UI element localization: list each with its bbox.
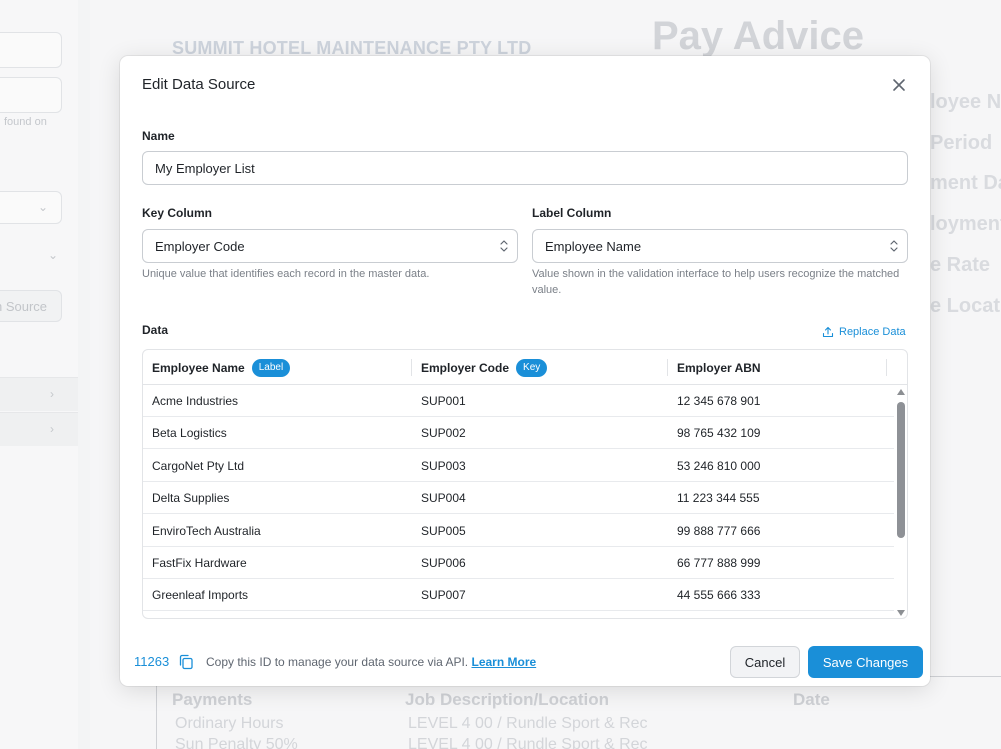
upload-icon [822, 326, 834, 338]
modal-title: Edit Data Source [142, 76, 256, 93]
label-column-help: Value shown in the validation interface … [532, 268, 900, 296]
table-row[interactable]: Acme Industries SUP001 12 345 678 901 [143, 385, 894, 417]
data-source-id[interactable]: 11263 [134, 654, 169, 669]
table-scrollbar[interactable] [894, 385, 907, 618]
label-column-select[interactable]: Employee Name [532, 229, 908, 263]
table-body: Acme Industries SUP001 12 345 678 901 Be… [143, 385, 894, 618]
scroll-up-arrow-icon[interactable] [897, 389, 905, 395]
footer-note-text: Copy this ID to manage your data source … [206, 655, 469, 669]
column-header-label: Employer ABN [677, 360, 761, 375]
background-row: › [0, 412, 78, 446]
table-cell: 12 345 678 901 [677, 394, 761, 408]
scroll-thumb[interactable] [897, 402, 905, 538]
copy-icon[interactable] [178, 654, 194, 670]
background-table-cell: LEVEL 4 00 / Rundle Sport & Rec [408, 736, 648, 749]
key-badge: Key [516, 358, 548, 377]
table-cell: SUP002 [421, 426, 466, 440]
table-cell: FastFix Hardware [152, 556, 247, 570]
column-header-employee-name[interactable]: Employee Name Label [143, 350, 291, 385]
table-cell: Greenleaf Imports [152, 588, 249, 602]
background-field: Period [930, 132, 993, 154]
label-badge: Label [251, 358, 291, 377]
table-row[interactable]: Delta Supplies SUP004 11 223 344 555 [143, 482, 894, 514]
footer-note: Copy this ID to manage your data source … [206, 655, 536, 669]
column-divider [886, 359, 887, 376]
replace-data-label: Replace Data [839, 326, 906, 338]
background-row: › [0, 377, 78, 411]
column-header-employer-code[interactable]: Employer Code Key [412, 350, 548, 385]
background-table-header: Date [793, 690, 830, 709]
table-cell: SUP005 [421, 524, 466, 538]
table-cell: Acme Industries [152, 394, 239, 408]
background-doc-title: Pay Advice [652, 14, 864, 58]
table-cell: EnviroTech Australia [152, 524, 261, 538]
background-table-cell: LEVEL 4 00 / Rundle Sport & Rec [408, 715, 648, 732]
scroll-down-arrow-icon[interactable] [897, 610, 905, 616]
table-cell: SUP004 [421, 491, 466, 505]
background-input-2 [0, 77, 62, 113]
background-field: e Rate [930, 254, 991, 276]
background-table-header: Payments [172, 690, 253, 709]
background-field: loyment [930, 213, 1001, 235]
background-field: e Locat [930, 295, 1001, 317]
table-row[interactable]: CargoNet Pty Ltd SUP003 53 246 810 000 [143, 450, 894, 482]
column-header-label: Employee Name [152, 360, 245, 375]
chevron-down-icon: ⌄ [38, 200, 49, 214]
table-header: Employee Name Label Employer Code Key Em… [143, 350, 907, 385]
table-cell: 44 555 666 333 [677, 588, 761, 602]
table-cell: SUP006 [421, 556, 466, 570]
cancel-button[interactable]: Cancel [730, 646, 800, 678]
background-field: loyee N [930, 91, 1001, 113]
background-table-border [156, 676, 157, 749]
chevron-updown-icon [890, 240, 898, 252]
name-label: Name [142, 129, 175, 143]
background-field: ment Da [930, 172, 1001, 194]
label-column-label: Label Column [532, 206, 612, 220]
save-changes-button[interactable]: Save Changes [808, 646, 923, 678]
chevron-updown-icon [500, 240, 508, 252]
table-cell: 66 777 888 999 [677, 556, 761, 570]
background-source-button: n Source [0, 290, 62, 322]
background-input-1 [0, 32, 62, 68]
table-row[interactable]: FastFix Hardware SUP006 66 777 888 999 [143, 547, 894, 579]
column-header-label: Employer Code [421, 360, 510, 375]
name-input[interactable] [142, 151, 908, 185]
key-column-label: Key Column [142, 206, 213, 220]
background-table-cell: Sun Penalty 50% [175, 736, 298, 749]
edit-data-source-modal: Edit Data Source Name Key Column Employe… [120, 56, 930, 686]
table-cell: CargoNet Pty Ltd [152, 459, 245, 473]
key-column-help: Unique value that identifies each record… [142, 268, 430, 280]
background-sidebar: found on ⌄ ⌄ n Source › › [0, 0, 78, 749]
learn-more-link[interactable]: Learn More [471, 655, 536, 669]
table-row[interactable]: Greenleaf Imports SUP007 44 555 666 333 [143, 579, 894, 611]
label-column-value: Employee Name [545, 239, 642, 254]
table-cell: SUP001 [421, 394, 466, 408]
table-row[interactable]: EnviroTech Australia SUP005 99 888 777 6… [143, 515, 894, 547]
table-cell: 98 765 432 109 [677, 426, 761, 440]
background-select [0, 191, 62, 224]
close-icon [893, 79, 905, 91]
data-table: Employee Name Label Employer Code Key Em… [142, 349, 908, 619]
key-column-value: Employer Code [155, 239, 245, 254]
replace-data-button[interactable]: Replace Data [822, 326, 906, 338]
background-table-cell: Ordinary Hours [175, 715, 284, 732]
key-column-select[interactable]: Employer Code [142, 229, 518, 263]
column-header-employer-abn[interactable]: Employer ABN [668, 350, 761, 385]
chevron-right-icon: › [50, 422, 54, 436]
data-label: Data [142, 323, 169, 337]
chevron-right-icon: › [50, 387, 54, 401]
background-hint: found on [4, 116, 47, 128]
table-cell: 99 888 777 666 [677, 524, 761, 538]
table-row[interactable]: Beta Logistics SUP002 98 765 432 109 [143, 417, 894, 449]
table-cell: SUP007 [421, 588, 466, 602]
background-table-header: Job Description/Location [405, 690, 610, 709]
table-cell: 53 246 810 000 [677, 459, 761, 473]
table-cell: 11 223 344 555 [677, 491, 760, 505]
close-button[interactable] [888, 74, 910, 96]
table-cell: Delta Supplies [152, 491, 230, 505]
table-cell: Beta Logistics [152, 426, 227, 440]
chevron-down-icon: ⌄ [48, 248, 59, 262]
table-cell: SUP003 [421, 459, 466, 473]
